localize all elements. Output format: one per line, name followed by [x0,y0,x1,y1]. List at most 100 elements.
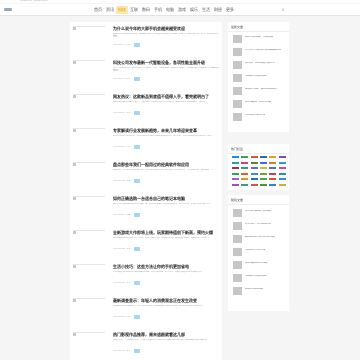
tag-tile[interactable] [231,182,240,187]
sidebar-list-item[interactable]: 如何正确选购一台笔记本电脑 [233,100,289,111]
sidebar-item-title[interactable]: 科技公司发布最新一代智能设备 [245,36,287,42]
read-more-button[interactable] [134,111,140,115]
tag-tile[interactable] [268,160,278,165]
sidebar-item-title[interactable]: 全新游戏大作即将上线 [245,114,287,120]
post-title[interactable]: 热门影视作品推荐，周末追剧就看这几部 [113,332,220,338]
tag-tile[interactable] [240,182,250,187]
tag-tile[interactable] [268,177,278,181]
post-item[interactable]: 如何正确选购一台适合自己的笔记本电脑 面对市场上琳琅满目的笔记本电脑产品，很多消费… [70,192,222,228]
nav-item[interactable]: 生活 [200,6,212,14]
nav-item[interactable]: 互联 [128,6,140,14]
tag-tile[interactable] [277,182,287,187]
sidebar-list-item[interactable]: 热门影视作品推荐，周末追剧 [233,209,289,220]
sidebar-list-item[interactable]: 专家解读行业发展新趋势 [233,74,289,85]
post-thumbnail[interactable] [73,196,105,224]
tag-tile[interactable] [249,171,259,176]
read-more-button[interactable] [134,77,140,81]
tag-tile[interactable] [258,155,268,159]
sidebar-list-item[interactable]: 全新游戏大作预约火爆 [233,248,289,259]
post-thumbnail[interactable] [73,26,105,54]
sidebar-list-item[interactable]: 经典软件和应用回顾 [233,287,289,298]
sidebar-item-thumbnail[interactable] [233,100,242,108]
tag-tile[interactable] [277,171,287,176]
post-title[interactable]: 生活小技巧：这些方法让你的手机更加省电 [113,264,220,270]
sidebar-item-title[interactable]: 生活小技巧：让手机更加省电 [245,223,287,229]
post-item[interactable]: 为什么说今年的大屏手机会越来越受欢迎 随着移动互联网的快速发展，越来越多的用户开始… [70,22,222,58]
nav-item[interactable]: 资讯 [104,6,116,14]
tag-tile[interactable] [268,166,278,170]
tag-tile[interactable] [231,155,240,159]
tag-tile[interactable] [240,155,250,159]
sidebar-item-thumbnail[interactable] [233,209,242,217]
post-title[interactable]: 网友热议：这款新品到底值不值得入手，看完就明白了 [113,94,220,100]
tag-tile[interactable] [277,155,287,159]
tag-tile[interactable] [277,166,287,170]
nav-item[interactable]: 更多 [224,6,236,14]
nav-item[interactable]: 首页 [92,6,104,14]
read-more-button[interactable] [134,179,140,183]
tag-tile[interactable] [231,171,240,176]
post-title[interactable]: 全新游戏大作即将上线，玩家期待值创下新高，预约火爆 [113,230,220,236]
tag-tile[interactable] [249,160,259,165]
sidebar-list-item[interactable]: 全新游戏大作即将上线 [233,113,289,124]
sidebar-item-title[interactable]: 为什么说今年的大屏手机会越来越受欢迎 [245,49,287,55]
tag-tile[interactable] [249,177,259,181]
tag-tile[interactable] [240,171,250,176]
read-more-button[interactable] [134,247,140,251]
post-thumbnail[interactable] [73,230,105,258]
tag-tile[interactable] [268,155,278,159]
sidebar-list-item[interactable]: 如何正确选购笔记本电脑 [233,261,289,272]
read-more-button[interactable] [134,213,140,217]
sidebar-item-title[interactable]: 最新调查显示年轻人消费观念改变 [245,236,287,242]
sidebar-item-title[interactable]: 热门影视作品推荐，周末追剧 [245,210,287,216]
post-thumbnail[interactable] [73,264,105,292]
sidebar-list-item[interactable]: 为什么说今年的大屏手机会越来越受欢迎 [233,48,289,59]
post-thumbnail[interactable] [73,332,105,360]
post-item[interactable]: 最新调查显示：年轻人的消费观念正在发生改变 根据最新发布的调查报告，当代年轻人在消… [70,294,222,330]
sidebar-list-item[interactable]: 网友热议：这款新品值不值得入手 [233,61,289,72]
sidebar-item-title[interactable]: 全新游戏大作预约火爆 [245,249,287,255]
nav-item[interactable]: 娱乐 [188,6,200,14]
post-item[interactable]: 科技公司发布最新一代智能设备，各项性能全面升级 近日，某知名科技公司在发布会上正式… [70,56,222,92]
tag-tile[interactable] [231,177,240,181]
post-thumbnail[interactable] [73,60,105,88]
sidebar-item-thumbnail[interactable] [233,113,242,121]
nav-item[interactable]: 财经 [212,6,224,14]
post-title[interactable]: 盘点那些年我们一起用过的经典软件和应用 [113,162,220,168]
sidebar-item-thumbnail[interactable] [233,35,242,43]
tag-tile[interactable] [249,166,259,170]
sidebar-item-thumbnail[interactable] [233,261,242,269]
sidebar-item-title[interactable]: 网友热议：这款新品值不值得入手 [245,62,287,68]
sidebar-item-title[interactable]: 如何正确选购笔记本电脑 [245,262,287,268]
sidebar-item-title[interactable]: 专家解读行业发展新趋势 [245,275,287,281]
post-item[interactable]: 全新游戏大作即将上线，玩家期待值创下新高，预约火爆 这款备受期待的游戏大作终于公布… [70,226,222,262]
sidebar-list-item[interactable]: 专家解读行业发展新趋势 [233,274,289,285]
sidebar-item-title[interactable]: 经典软件和应用回顾 [245,288,287,294]
post-item[interactable]: 生活小技巧：这些方法让你的手机更加省电 手机电量不够用是很多人都会遇到的问题，其实… [70,260,222,296]
post-item[interactable]: 热门影视作品推荐，周末追剧就看这几部 又到了周末，不知道看什么好？小编为大家整理了… [70,328,222,360]
nav-item[interactable]: 游戏 [176,6,188,14]
read-more-button[interactable] [134,43,140,47]
tag-tile[interactable] [231,166,240,170]
sidebar-item-title[interactable]: 如何正确选购一台笔记本电脑 [245,101,287,107]
tag-tile[interactable] [268,182,278,187]
post-thumbnail[interactable] [73,128,105,156]
tag-tile[interactable] [240,160,250,165]
post-title[interactable]: 科技公司发布最新一代智能设备，各项性能全面升级 [113,60,220,66]
post-thumbnail[interactable] [73,94,105,122]
tag-tile[interactable] [277,177,287,181]
read-more-button[interactable] [134,281,140,285]
post-title[interactable]: 专家解读行业发展新趋势，未来几年将迎来变革 [113,128,220,134]
sidebar-list-item[interactable]: 最新调查显示年轻人消费观念改变 [233,235,289,246]
sidebar-item-thumbnail[interactable] [233,287,242,295]
search-icon[interactable]: ⌕ [280,7,286,13]
read-more-button[interactable] [134,315,140,319]
post-thumbnail[interactable] [73,162,105,190]
tag-tile[interactable] [240,177,250,181]
post-item[interactable]: 网友热议：这款新品到底值不值得入手，看完就明白了 最近这款新品在网络上引起了广泛的… [70,90,222,126]
sidebar-item-thumbnail[interactable] [233,222,242,230]
tag-tile[interactable] [258,177,268,181]
nav-item[interactable]: 数码 [140,6,152,14]
sidebar-item-thumbnail[interactable] [233,274,242,282]
post-title[interactable]: 如何正确选购一台适合自己的笔记本电脑 [113,196,220,202]
